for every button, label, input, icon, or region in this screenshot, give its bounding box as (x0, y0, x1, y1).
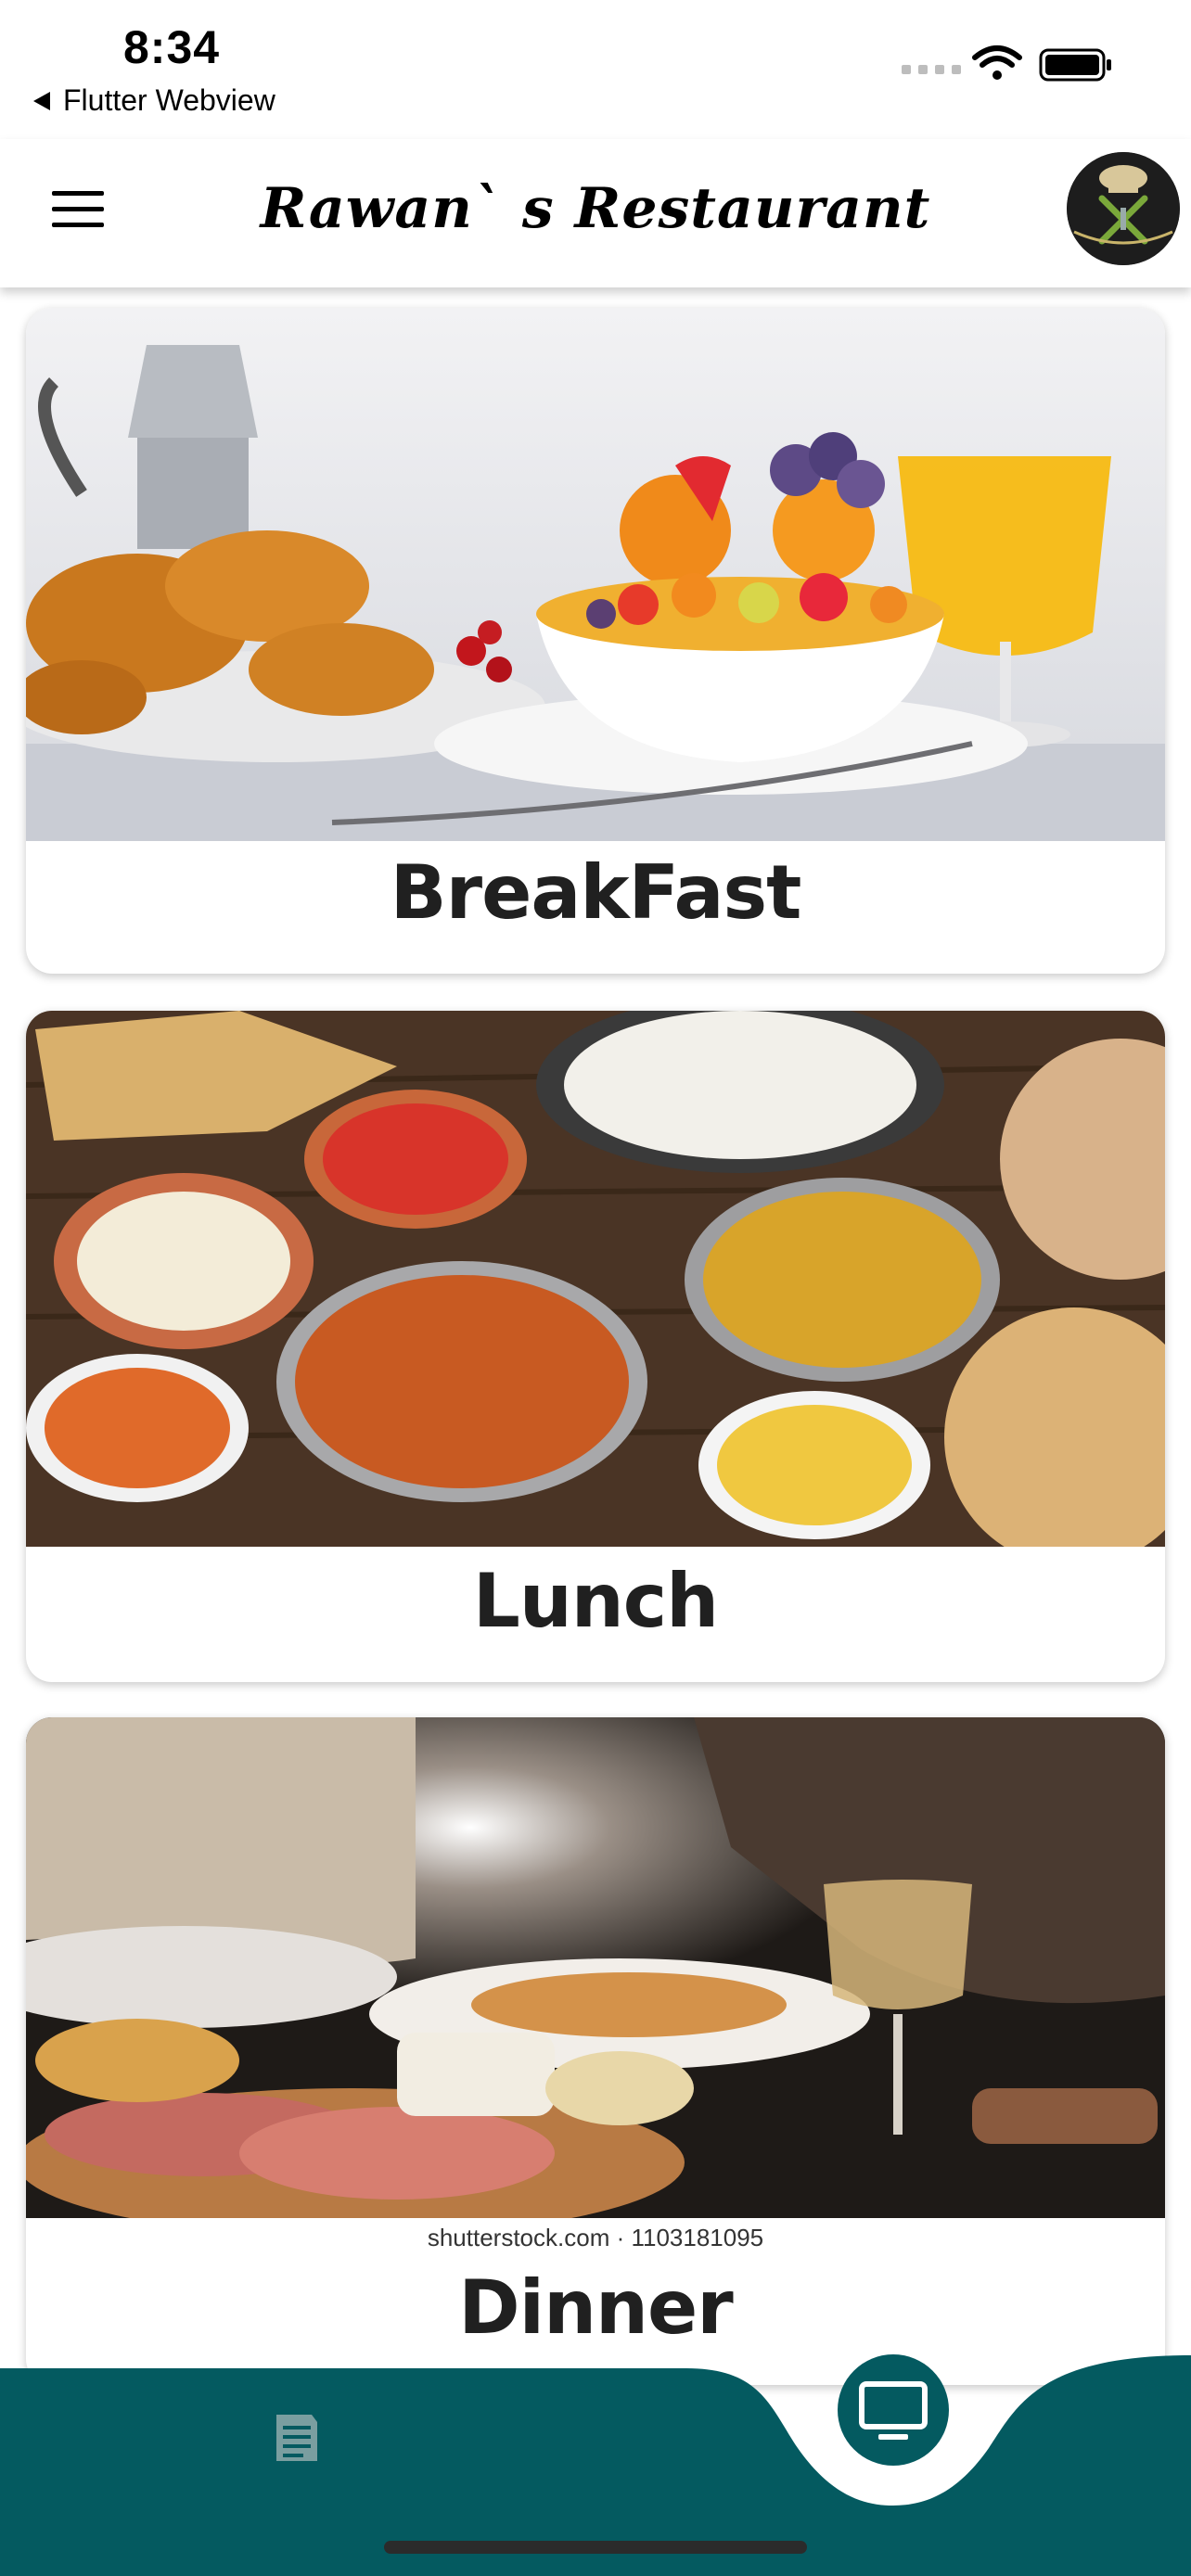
restaurant-logo-avatar[interactable] (1067, 152, 1180, 265)
dinner-image (26, 1717, 1165, 2218)
image-caption: shutterstock.com · 1103181095 (427, 2224, 764, 2251)
status-time: 8:34 (123, 21, 221, 73)
back-to-app-link[interactable]: Flutter Webview (33, 83, 275, 118)
category-card-dinner[interactable]: shutterstock.com · 1103181095 Dinner (26, 1717, 1165, 2385)
cellular-signal-icon (902, 65, 961, 74)
breakfast-image (26, 308, 1165, 841)
app-bar: Rawan` s Restaurant (0, 139, 1191, 287)
lunch-image (26, 1011, 1165, 1547)
status-bar: 8:34 Flutter Webview (0, 0, 1191, 139)
category-label-breakfast: BreakFast (390, 849, 802, 936)
category-card-lunch[interactable]: Lunch (26, 1011, 1165, 1682)
chef-logo-icon (1067, 152, 1180, 265)
monitor-icon (859, 2381, 928, 2440)
battery-icon (1039, 48, 1111, 82)
back-triangle-icon (33, 91, 50, 110)
document-icon[interactable] (269, 2409, 325, 2465)
monitor-tab-button[interactable] (838, 2354, 949, 2466)
app-title: Rawan` s Restaurant (260, 176, 931, 241)
category-label-lunch: Lunch (472, 1558, 719, 1644)
wifi-icon (972, 45, 1022, 80)
home-indicator (384, 2541, 807, 2554)
back-app-label: Flutter Webview (63, 83, 275, 117)
category-label-dinner: Dinner (458, 2264, 733, 2351)
category-card-breakfast[interactable]: BreakFast (26, 308, 1165, 974)
